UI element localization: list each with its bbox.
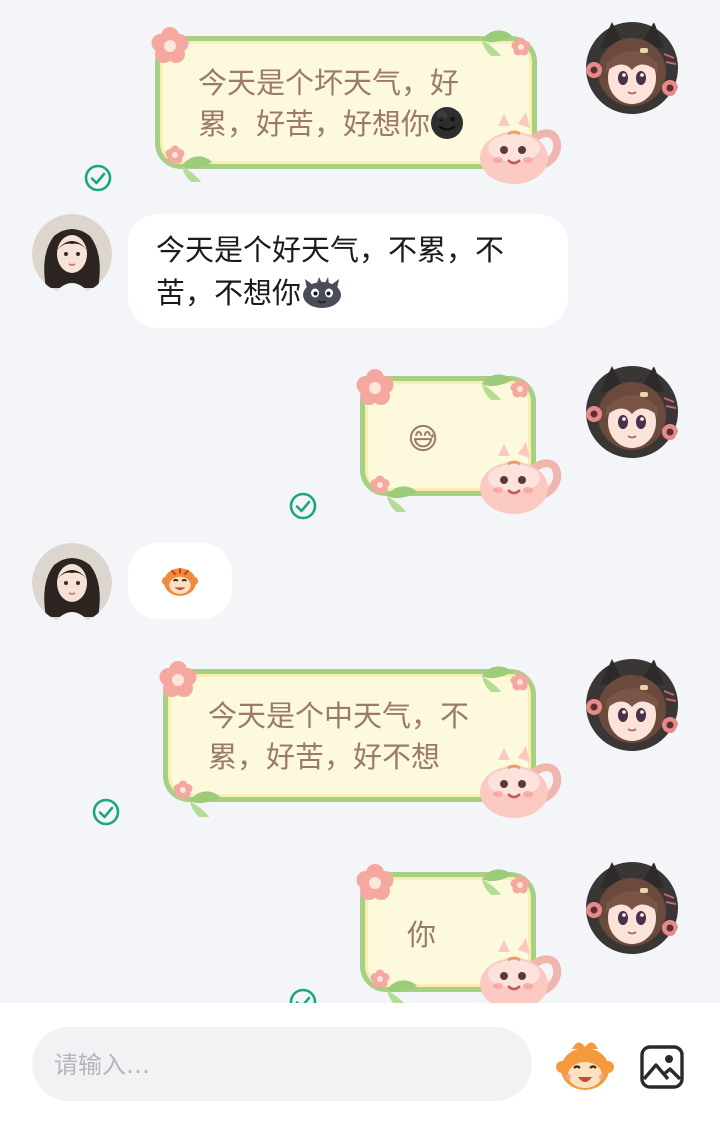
chat-area[interactable]: 今天是个坏天气，好累，好苦，好想你 今天是个好天气，不累，不苦，不想你 😅 今天… <box>0 0 720 1003</box>
dark-smiley-emoji-icon <box>431 107 464 139</box>
avatar-self[interactable] <box>582 362 682 462</box>
leaf-decoration-icon <box>190 791 220 817</box>
message-input[interactable] <box>52 1027 516 1103</box>
avatar-self[interactable] <box>582 655 682 755</box>
avatar-self[interactable] <box>582 18 682 118</box>
message-input-container[interactable] <box>32 1027 532 1103</box>
message-text: 你 <box>407 918 437 952</box>
leaf-decoration-icon <box>482 374 512 400</box>
avatar-self[interactable] <box>582 858 682 958</box>
message-text: 今天是个中天气，不累，好苦，好不想 <box>208 699 470 774</box>
read-check-icon <box>84 164 112 192</box>
avatar-contact[interactable] <box>32 214 112 294</box>
pink-mascot-decoration-icon <box>478 430 570 518</box>
leaf-decoration-icon <box>387 980 417 1003</box>
read-check-icon <box>289 492 317 520</box>
avatar-contact[interactable] <box>32 543 112 623</box>
image-icon[interactable] <box>638 1043 686 1091</box>
sweat-smile-emoji-icon: 😅 <box>407 422 439 457</box>
flower-decoration-icon <box>151 27 189 63</box>
flower-decoration-icon <box>356 864 394 900</box>
monkey-sticker-icon[interactable] <box>554 1035 616 1097</box>
pink-mascot-decoration-icon <box>478 100 570 188</box>
flower-decoration-icon <box>159 661 197 697</box>
message-text: 今天是个坏天气，好累，好苦，好想你 <box>198 63 472 145</box>
message-composer <box>0 1003 720 1125</box>
leaf-decoration-icon <box>482 30 512 56</box>
message-bubble[interactable]: 今天是个好天气，不累，不苦，不想你 <box>128 214 568 328</box>
pink-mascot-decoration-icon <box>478 734 570 822</box>
read-check-icon <box>289 988 317 1003</box>
monkey-face-sticker-icon <box>162 567 198 597</box>
dark-blob-emoji-icon <box>303 277 342 308</box>
leaf-decoration-icon <box>387 486 417 512</box>
pink-mascot-decoration-icon <box>478 926 570 1003</box>
leaf-decoration-icon <box>182 156 212 182</box>
read-check-icon <box>92 798 120 826</box>
message-text: 今天是个好天气，不累，不苦，不想你 <box>156 233 505 310</box>
leaf-decoration-icon <box>482 869 512 895</box>
message-bubble[interactable] <box>128 543 232 619</box>
leaf-decoration-icon <box>482 666 512 692</box>
flower-decoration-icon <box>356 369 394 405</box>
